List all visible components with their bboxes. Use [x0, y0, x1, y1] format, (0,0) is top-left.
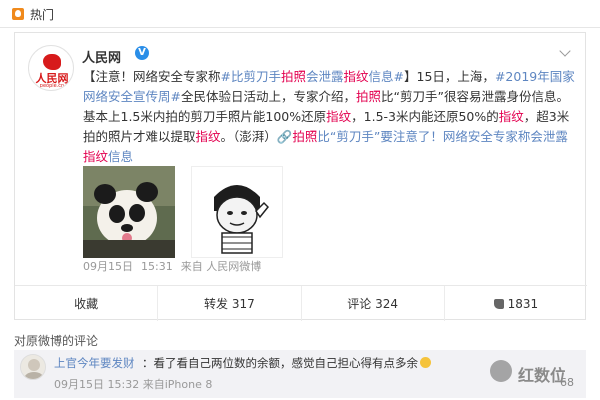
chevron-down-icon[interactable]: [559, 45, 571, 57]
comment-date: 09月15日: [54, 378, 104, 391]
like-count: 1831: [507, 297, 539, 311]
verified-icon: V: [135, 46, 149, 60]
avatar[interactable]: 人民网 people.cn: [28, 45, 74, 91]
text-segment: #比剪刀手: [220, 69, 281, 84]
favorite-button[interactable]: 收藏: [15, 286, 159, 321]
text-segment: 全民体验日活动上，专家介绍，: [180, 89, 356, 104]
comment-source: 来自iPhone 8: [142, 378, 213, 391]
comment-meta: 09月15日 15:32 来自iPhone 8: [54, 376, 212, 392]
comments-header: 对原微博的评论: [14, 334, 99, 348]
wechat-logo-icon: [490, 360, 512, 382]
meme-image: [192, 167, 282, 257]
comment-body: ：看了看自己两位数的余额，感觉自己担心得有点多余: [142, 356, 418, 370]
hot-label[interactable]: 热门: [30, 6, 54, 23]
text-segment: 。（澎湃）: [220, 129, 277, 144]
text-segment: ，1.5-3米内能还原50%的: [351, 109, 499, 124]
avatar-logo-sub: people.cn: [39, 83, 65, 89]
panda-photo-thumbnail[interactable]: [83, 166, 175, 258]
keyword-highlight: 拍照: [281, 69, 307, 84]
keyword-highlight: 拍照: [356, 89, 382, 104]
text-segment: 】15日，上海，: [404, 69, 495, 84]
comment-text: ：看了看自己两位数的余额，感觉自己担心得有点多余: [142, 355, 431, 371]
fire-icon: [12, 8, 24, 20]
repost-button[interactable]: 转发 317: [158, 286, 302, 321]
text-segment: 比“剪刀手”要注意了！网络安全专家称会泄露: [317, 129, 568, 144]
watermark-text: 红数位: [518, 366, 567, 385]
like-button[interactable]: 1831: [445, 286, 587, 321]
commenter-avatar-image: [21, 355, 45, 379]
keyword-highlight: 指纹: [498, 109, 524, 124]
top-bar: 热门: [0, 0, 600, 28]
post-time[interactable]: 15:31: [141, 260, 173, 273]
meme-sticker-thumbnail[interactable]: [191, 166, 283, 258]
author-name[interactable]: 人民网: [82, 47, 121, 66]
commenter-avatar[interactable]: [20, 354, 46, 380]
keyword-highlight: 指纹: [195, 129, 221, 144]
commenter-name[interactable]: 上官今年要发财: [54, 355, 135, 371]
post-actions: 收藏 转发 317 评论 324 1831: [15, 285, 587, 321]
text-segment: 【注意！网络安全专家称: [83, 69, 221, 84]
keyword-highlight: 拍照: [292, 129, 318, 144]
comment-button[interactable]: 评论 324: [302, 286, 445, 321]
weibo-post-card: 人民网 people.cn 人民网 V 【注意！网络安全专家称#比剪刀手拍照会泄…: [14, 32, 587, 321]
watermark: 红数位: [490, 360, 580, 385]
keyword-highlight: 指纹: [343, 69, 369, 84]
panda-image: [83, 166, 175, 258]
text-segment: 会泄露: [306, 69, 344, 84]
keyword-highlight: 指纹: [83, 149, 109, 164]
thumbs-up-icon: [493, 299, 504, 309]
sweat-emoji-icon: [420, 357, 431, 368]
post-text: 【注意！网络安全专家称#比剪刀手拍照会泄露指纹信息#】15日，上海，#2019年…: [83, 67, 577, 167]
text-segment: 信息#: [368, 69, 405, 84]
post-source[interactable]: 来自 人民网微博: [181, 260, 262, 273]
link-icon: 🔗: [276, 129, 293, 144]
logo-swirl-icon: [43, 54, 61, 70]
keyword-highlight: 指纹: [326, 109, 352, 124]
post-meta: 09月15日 15:31 来自 人民网微博: [83, 258, 269, 274]
text-segment: 信息: [108, 149, 134, 164]
comment-time: 15:32: [107, 378, 140, 391]
post-date[interactable]: 09月15日: [83, 260, 133, 273]
topic-link[interactable]: #比剪刀手拍照会泄露指纹信息#: [221, 69, 405, 84]
